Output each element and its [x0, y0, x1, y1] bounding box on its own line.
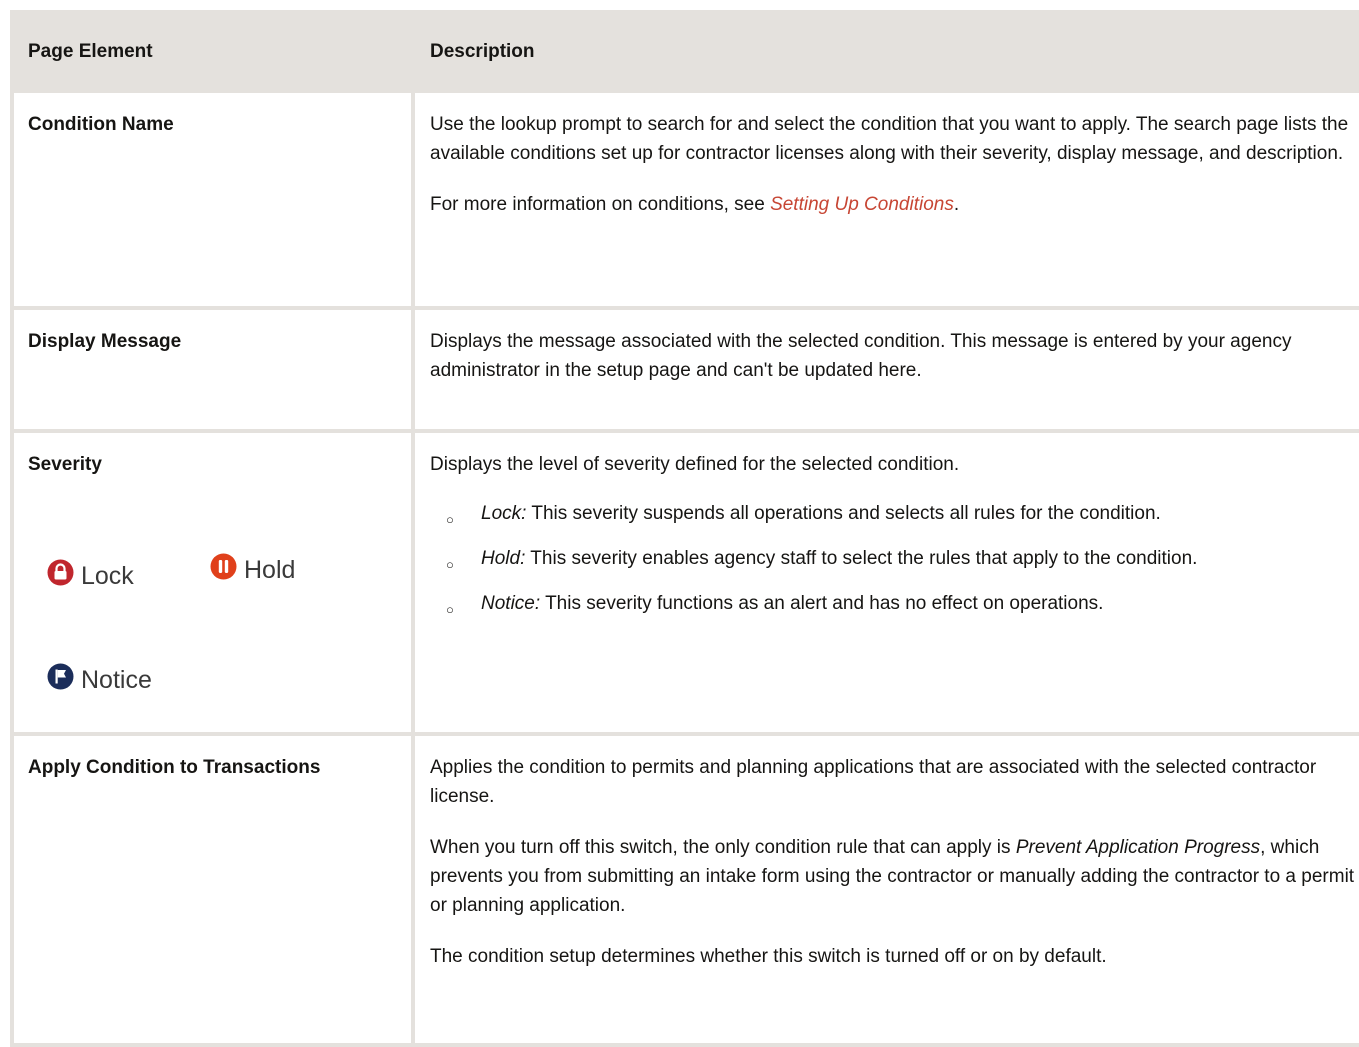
- text-fragment: .: [953, 194, 960, 215]
- description-text: Applies the condition to permits and pla…: [430, 757, 1317, 807]
- bullet-icon: ○: [446, 602, 454, 617]
- severity-text: This severity suspends all operations an…: [526, 503, 1161, 524]
- setting-up-conditions-link[interactable]: Setting Up Conditions: [770, 194, 954, 215]
- description-text: Displays the level of severity defined f…: [430, 454, 960, 475]
- severity-term: Lock:: [481, 503, 527, 524]
- column-header-page-element: Page Element: [10, 10, 415, 93]
- text-fragment: For more information on conditions, see: [430, 194, 771, 215]
- severity-term: Notice:: [481, 593, 541, 614]
- severity-text: This severity functions as an alert and …: [540, 593, 1104, 614]
- table-row: Condition Name Use the lookup prompt to …: [10, 89, 1359, 310]
- lock-label: Lock: [81, 561, 134, 590]
- description-cell: Displays the message associated with the…: [411, 306, 1359, 433]
- column-header-description: Description: [411, 10, 1359, 93]
- table-header-row: Page Element Description: [10, 10, 1359, 93]
- description-text: Use the lookup prompt to search for and …: [430, 114, 1349, 164]
- bullet-icon: ○: [446, 512, 454, 527]
- severity-list: ○ Lock: This severity suspends all operat…: [430, 499, 1359, 618]
- pause-icon: [210, 553, 244, 587]
- description-text: Displays the message associated with the…: [430, 331, 1292, 381]
- description-cell: Displays the level of severity defined f…: [411, 429, 1359, 736]
- page-elements-table: Page Element Description Condition Name …: [10, 10, 1359, 1047]
- table-row: Display Message Displays the message ass…: [10, 306, 1359, 433]
- severity-icons: Lock Hold Notice: [28, 479, 397, 709]
- page-element-cell: Severity Lock Hold Notice: [10, 429, 415, 736]
- bullet-icon: ○: [446, 557, 454, 572]
- text-fragment: When you turn off this switch, the only …: [430, 837, 1016, 858]
- description-text: For more information on conditions, see …: [430, 190, 1359, 219]
- hold-label: Hold: [244, 555, 296, 584]
- severity-lock: Lock: [47, 559, 134, 593]
- notice-label: Notice: [81, 665, 152, 694]
- page-element-name: Condition Name: [10, 89, 415, 310]
- description-cell: Use the lookup prompt to search for and …: [411, 89, 1359, 310]
- description-text: When you turn off this switch, the only …: [430, 833, 1359, 920]
- lock-icon: [47, 559, 81, 593]
- severity-term: Hold:: [481, 548, 526, 569]
- page-element-name: Display Message: [10, 306, 415, 433]
- severity-hold: Hold: [210, 553, 295, 587]
- rule-name: Prevent Application Progress: [1015, 837, 1261, 858]
- table-row: Apply Condition to Transactions Applies …: [10, 732, 1359, 1047]
- list-item: ○ Notice: This severity functions as an a…: [446, 589, 1359, 618]
- page-element-name: Apply Condition to Transactions: [10, 732, 415, 1047]
- list-item: ○ Lock: This severity suspends all operat…: [446, 499, 1359, 528]
- severity-text: This severity enables agency staff to se…: [525, 548, 1198, 569]
- table-row: Severity Lock Hold Notice Displays the l…: [10, 429, 1359, 736]
- list-item: ○ Hold: This severity enables agency staf…: [446, 544, 1359, 573]
- description-text: The condition setup determines whether t…: [430, 946, 1107, 967]
- description-cell: Applies the condition to permits and pla…: [411, 732, 1359, 1047]
- severity-notice: Notice: [47, 663, 152, 697]
- flag-icon: [47, 663, 81, 697]
- page-element-name: Severity: [28, 454, 102, 475]
